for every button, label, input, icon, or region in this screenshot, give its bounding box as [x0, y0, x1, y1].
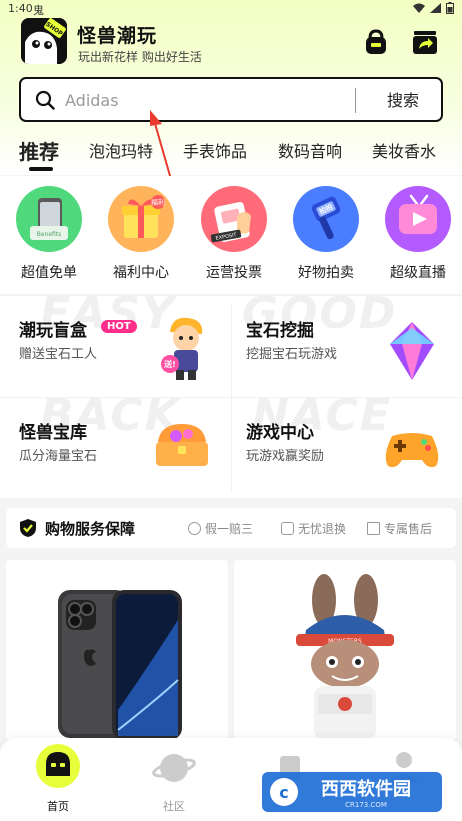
tab-watches[interactable]: 手表饰品 [183, 138, 247, 162]
promo-title: 潮玩盲盒 [19, 321, 87, 341]
promo-divider [231, 304, 232, 492]
product-card[interactable]: MONSTERS [234, 560, 456, 740]
app-header: SHOP 怪兽潮玩 玩出新花样 购出好生活 [0, 18, 462, 70]
feature-label: 好物拍卖 [298, 265, 354, 281]
promo-sticker: 送! [163, 359, 176, 369]
planet-icon [152, 754, 196, 782]
guarantee-item: 专属售后 [367, 520, 432, 537]
nav-community[interactable]: 社区 [144, 742, 204, 814]
tab-recommend[interactable]: 推荐 [19, 136, 59, 165]
nav-home[interactable]: 首页 [28, 742, 88, 814]
watermark-icon: c 西西软件园 CR173.COM [262, 772, 442, 812]
category-tabs: 推荐 泡泡玛特 手表饰品 数码音响 美妆香水 [0, 136, 462, 172]
app-title: 怪兽潮玩 [77, 25, 158, 47]
tab-underline [29, 167, 53, 171]
promo-title: 宝石挖掘 [246, 321, 314, 341]
status-bar: 1:40 鬼 [0, 0, 462, 18]
app-logo: SHOP [21, 18, 67, 64]
guarantee-item: 无忧退换 [281, 520, 346, 537]
product-grid: MONSTERS [0, 560, 462, 740]
search-bar: 搜索 [19, 77, 443, 122]
tab-beauty[interactable]: 美妆香水 [372, 138, 436, 162]
feature-live[interactable]: 超级直播 [378, 186, 458, 282]
feature-vote[interactable]: EXPOSIT 运营投票 [194, 186, 274, 282]
signal-icon [430, 3, 441, 16]
tv-play-icon [385, 186, 451, 252]
svg-text:c: c [279, 783, 288, 802]
promo-gem-dig[interactable]: GOOD 宝石挖掘 挖掘宝石玩游戏 [232, 288, 462, 396]
return-icon [281, 522, 294, 535]
status-icons [413, 2, 454, 17]
feature-auction[interactable]: 拍拍 好物拍卖 [286, 186, 366, 282]
search-icon [35, 90, 55, 110]
search-divider [355, 88, 356, 113]
promo-blind-box[interactable]: EASY 潮玩盲盒 HOT 赠送宝石工人 送! [0, 288, 230, 396]
share-icon [413, 31, 437, 54]
feature-label: 超级直播 [390, 265, 446, 281]
gem-crystal-icon [390, 322, 434, 380]
fake-compensation-icon [188, 522, 201, 535]
phone-gift-icon: Benefits [16, 186, 82, 252]
promo-title: 游戏中心 [246, 423, 314, 443]
worker-character-icon: 送! [161, 317, 203, 380]
gamepad-icon [385, 433, 439, 468]
product-card[interactable] [6, 560, 228, 740]
share-button[interactable] [411, 28, 439, 56]
tab-digital[interactable]: 数码音响 [278, 138, 342, 162]
promo-monster-vault[interactable]: BACK 怪兽宝库 瓜分海量宝石 [0, 390, 230, 498]
wifi-icon [413, 3, 425, 16]
promo-subtitle: 挖掘宝石玩游戏 [246, 347, 338, 362]
smartphone-icon [58, 590, 182, 740]
status-app-glyph: 鬼 [33, 4, 44, 17]
shield-check-icon [20, 519, 36, 537]
promo-grid: EASY 潮玩盲盒 HOT 赠送宝石工人 送! GOOD 宝石挖掘 挖掘宝石玩游… [0, 288, 462, 498]
plush-toy-icon: MONSTERS [296, 574, 394, 740]
search-input[interactable] [65, 88, 365, 112]
feature-row: Benefits 超值免单 福利 福利中心 EXPOSIT 运营投票 拍拍 好物… [0, 176, 462, 294]
guarantee-item: 假一赔三 [188, 520, 253, 537]
nav-label: 首页 [47, 800, 69, 813]
feature-label: 运营投票 [206, 265, 262, 281]
feature-welfare[interactable]: 福利 福利中心 [101, 186, 181, 282]
feature-label: 福利中心 [113, 265, 169, 281]
promo-title: 怪兽宝库 [19, 423, 87, 443]
tab-popmart[interactable]: 泡泡玛特 [89, 138, 153, 162]
guarantee-item-label: 假一赔三 [205, 522, 254, 536]
bag-button[interactable] [362, 28, 390, 56]
search-button[interactable]: 搜索 [373, 88, 433, 113]
nav-label: 社区 [163, 800, 185, 813]
promo-subtitle: 赠送宝石工人 [19, 347, 98, 362]
service-guarantee[interactable]: 购物服务保障 假一赔三 无忧退换 专属售后 [6, 508, 456, 548]
promo-game-center[interactable]: NACE 游戏中心 玩游戏赢奖励 [232, 390, 462, 498]
feature-badge-welfare: 福利 [151, 198, 165, 207]
feature-label: 超值免单 [21, 265, 77, 281]
home-monster-icon [36, 744, 80, 788]
promo-subtitle: 瓜分海量宝石 [19, 449, 98, 464]
feature-badge-benefits: Benefits [37, 231, 62, 238]
guarantee-title: 购物服务保障 [45, 520, 136, 538]
treasure-chest-icon [156, 424, 208, 466]
status-time: 1:40 [8, 2, 33, 15]
shopping-bag-icon [366, 29, 386, 54]
auction-hammer-icon: 拍拍 [293, 186, 359, 252]
battery-icon [446, 2, 454, 17]
app-slogan: 玩出新花样 购出好生活 [78, 50, 202, 64]
watermark-text: 西西软件园 [321, 778, 411, 800]
crown-service-icon [367, 522, 380, 535]
watermark-logo: c 西西软件园 CR173.COM [262, 772, 442, 812]
feature-free-order[interactable]: Benefits 超值免单 [9, 186, 89, 282]
guarantee-item-label: 无忧退换 [298, 522, 347, 536]
guarantee-item-label: 专属售后 [384, 522, 433, 536]
promo-subtitle: 玩游戏赢奖励 [246, 449, 325, 464]
watermark-sub: CR173.COM [345, 801, 387, 809]
hot-badge: HOT [101, 320, 137, 333]
vote-card-icon: EXPOSIT [201, 186, 267, 252]
gift-box-icon: 福利 [108, 186, 174, 252]
